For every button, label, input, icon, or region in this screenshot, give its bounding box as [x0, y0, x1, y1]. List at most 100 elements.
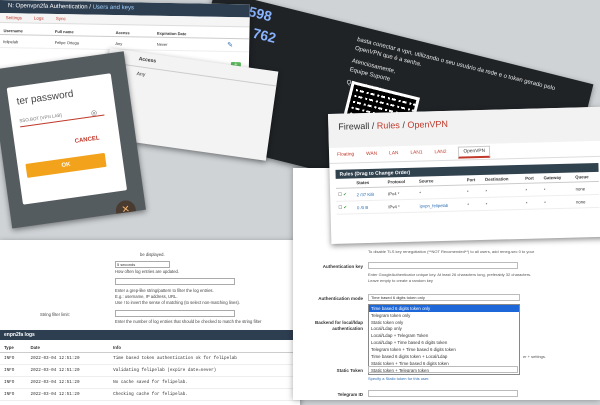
auth-mode-option[interactable]: Telegram token only: [369, 312, 519, 319]
firewall-rules-panel: Firewall / Rules / OpenVPN Floating WAN …: [328, 106, 600, 244]
rule-checkbox[interactable]: ☐: [338, 205, 342, 210]
tab-lan[interactable]: LAN: [389, 151, 398, 156]
log-info: Validating felipelab (expire date=never): [109, 364, 300, 377]
log-info: Time based token authentication ok for f…: [109, 352, 300, 365]
auth-mode-option[interactable]: Time based 6 digits token + Local/Ldap: [369, 353, 519, 360]
label-telegram-id: Telegram ID: [337, 392, 363, 397]
filter-input[interactable]: [115, 278, 235, 285]
tab-floating[interactable]: Floating: [337, 152, 354, 157]
auth-mode-option[interactable]: Local/Ldap + Telegram Token: [369, 333, 519, 340]
cell-port: *: [464, 184, 484, 198]
log-info: No cache saved for felipelab.: [109, 376, 300, 389]
cell-username: felipelab: [0, 34, 51, 49]
log-date: 2022-03-04 12:51:20: [26, 352, 110, 365]
crumb-openvpn[interactable]: OpenVPN: [407, 119, 448, 130]
crumb-firewall: Firewall: [338, 120, 370, 132]
col-date: Date: [26, 343, 110, 353]
table-row: INFO 2022-03-04 12:51:20 Checking cache …: [0, 388, 300, 401]
cell-destination: *: [483, 183, 524, 198]
tab-lan1[interactable]: LAN1: [410, 151, 422, 156]
logs-title: enpn2fa logs: [0, 330, 300, 340]
cancel-button[interactable]: CANCEL: [74, 135, 100, 144]
cell-queue: none: [573, 181, 600, 196]
tab-settings[interactable]: Settings: [6, 15, 22, 20]
logs-table: Type Date Info INFO 2022-03-04 12:51:20 …: [0, 343, 300, 401]
limit-input[interactable]: [115, 310, 235, 317]
ok-button[interactable]: OK: [25, 152, 107, 178]
tab-logs[interactable]: Logs: [34, 16, 44, 21]
telegram-id-input[interactable]: [368, 390, 518, 397]
auth-key-input[interactable]: [368, 262, 518, 269]
log-date: 2022-03-04 12:51:20: [26, 388, 110, 401]
log-info: Checking cache for felipelab.: [109, 388, 300, 401]
cell-dest-port: *: [523, 195, 543, 210]
key-help-2: Leave empty to create a random key: [368, 278, 433, 283]
log-type: INFO: [0, 388, 27, 401]
users-table: Username Full name Access Expiration Dat…: [0, 26, 250, 52]
log-date: 2022-03-04 12:51:20: [26, 364, 110, 377]
tab-sync[interactable]: Sync: [56, 16, 66, 21]
cell-states[interactable]: 0 /0 B: [354, 200, 387, 214]
auth-mode-dropdown[interactable]: Time based 6 digits token only Telegram t…: [368, 304, 520, 375]
refresh-select[interactable]: 5 seconds: [115, 261, 170, 268]
code-number-1: 598: [247, 3, 274, 25]
cell-source[interactable]: ipvpn_felipelab: [417, 197, 466, 213]
limit-label: String filter limit:: [40, 312, 70, 317]
filter-help-2: E.g.: username, IP address, URL.: [115, 294, 178, 299]
label-auth-key: Authentication key: [322, 264, 363, 269]
table-header-row: Type Date Info: [0, 343, 300, 353]
cell-fullname: Felipe Ortega: [50, 35, 112, 50]
col-select: [335, 178, 355, 189]
cell-states[interactable]: 2 /37 KiB: [354, 187, 387, 201]
log-type: INFO: [0, 364, 27, 377]
col-type: Type: [0, 343, 27, 353]
cell-protocol: IPv4 *: [385, 186, 418, 201]
table-row: INFO 2022-03-04 12:51:20 No cache saved …: [0, 376, 300, 389]
table-row: INFO 2022-03-04 12:51:20 Validating feli…: [0, 364, 300, 377]
cell-port: *: [465, 197, 484, 211]
filter-help-3: Use ! to invert the sense of matching (t…: [115, 300, 240, 305]
cell-gateway: *: [541, 182, 574, 196]
header-link[interactable]: Users and keys: [93, 5, 134, 12]
check-icon: ✔: [343, 204, 348, 210]
close-icon[interactable]: ✕: [114, 199, 138, 222]
auth-mode-option[interactable]: Telegram token + Time based 6 digits tok…: [369, 346, 519, 353]
log-type: INFO: [0, 352, 27, 365]
refresh-help: How often log entries are updated.: [115, 269, 180, 274]
rules-table: States Protocol Source Port Destination …: [335, 171, 600, 215]
cell-dest-port: *: [523, 182, 543, 197]
static-token-input[interactable]: [368, 366, 518, 373]
cell-queue: none: [573, 194, 600, 209]
log-type: INFO: [0, 376, 27, 389]
tls-note: To disable TLS key renegotiation (**NOT …: [368, 249, 535, 254]
auth-mode-option[interactable]: Local/Ldap + Time based 6 digits token: [369, 339, 519, 346]
static-help: Specify a Static token for this user.: [368, 376, 430, 381]
label-auth-mode: Authentication mode: [318, 296, 363, 301]
label-static-token: Static Token: [336, 368, 363, 373]
header-prefix: N: Openvpn2fa Authentication /: [7, 3, 91, 11]
table-row: INFO 2022-03-04 12:51:20 Time based toke…: [0, 352, 300, 365]
auth-mode-option[interactable]: Static token only: [369, 319, 519, 326]
rule-checkbox[interactable]: ☐: [338, 192, 342, 197]
cell-source: *: [417, 184, 466, 200]
auth-mode-option[interactable]: Time based 6 digits token only: [369, 305, 519, 312]
eye-icon[interactable]: ◎: [90, 109, 98, 118]
logs-panel: be displayed. 5 seconds How often log en…: [0, 240, 300, 405]
cell-protocol: IPv4 *: [386, 199, 418, 214]
auth-mode-option[interactable]: Local/Ldap only: [369, 326, 519, 333]
crumb-rules[interactable]: Rules: [377, 120, 400, 131]
log-date: 2022-03-04 12:51:20: [26, 376, 110, 389]
tab-wan[interactable]: WAN: [366, 152, 377, 157]
col-dest-port: Port: [523, 173, 542, 184]
auth-mode-select[interactable]: Time based 6 digits token only: [368, 294, 520, 301]
limit-help: Enter the number of log entries that sho…: [115, 319, 262, 324]
tab-lan2[interactable]: LAN2: [434, 150, 446, 155]
filter-help-1: Enter a grep-like string/pattern to filt…: [115, 288, 214, 293]
tab-openvpn[interactable]: OpenVPN: [458, 145, 491, 159]
edit-icon[interactable]: ✎: [227, 42, 233, 49]
password-dialog: ter password SSO.BOT [VPN LAB] ◎ CANCEL …: [6, 73, 128, 205]
cell-destination: *: [483, 196, 524, 211]
settings-note: er + settings.: [523, 354, 547, 359]
password-dialog-screen: ter password SSO.BOT [VPN LAB] ◎ CANCEL …: [0, 51, 146, 229]
key-help-1: Enter GoogleAuthenticator unique key. At…: [368, 272, 532, 277]
